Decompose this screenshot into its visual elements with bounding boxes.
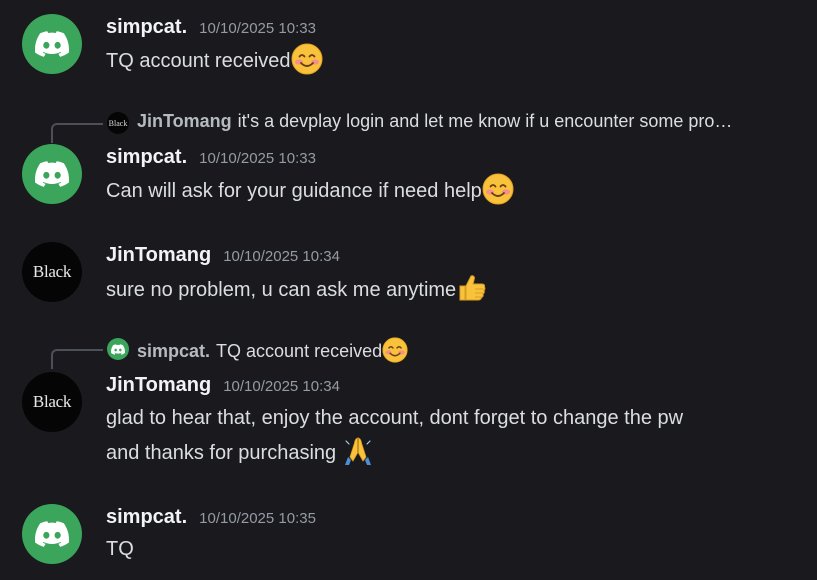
message-content: sure no problem, u can ask me anytime — [106, 272, 488, 307]
timestamp[interactable]: 10/10/2025 10:34 — [223, 248, 340, 265]
reply-text: JinTomang it's a devplay login and let me… — [137, 111, 732, 132]
avatar-text: Black — [108, 118, 128, 128]
avatar[interactable]: Black — [22, 242, 82, 302]
timestamp[interactable]: 10/10/2025 10:34 — [223, 378, 340, 395]
message-header: simpcat. 10/10/2025 10:33 — [106, 146, 316, 169]
reply-avatar: Black — [107, 112, 129, 134]
message-content: Can will ask for your guidance if need h… — [106, 173, 514, 208]
reply-author[interactable]: simpcat. — [137, 341, 210, 361]
message-text-line: and thanks for purchasing — [106, 435, 683, 470]
username[interactable]: JinTomang — [106, 374, 211, 397]
message-text: and thanks for purchasing — [106, 442, 337, 464]
smiling-face-icon — [382, 337, 408, 363]
avatar[interactable] — [22, 14, 82, 74]
timestamp[interactable]: 10/10/2025 10:33 — [199, 20, 316, 37]
reply-snippet: TQ account received — [216, 341, 383, 361]
message-header: simpcat. 10/10/2025 10:35 — [106, 506, 316, 529]
message-text: TQ — [106, 538, 134, 560]
message: simpcat. 10/10/2025 10:35 TQ — [0, 490, 817, 580]
message-text: Can will ask for your guidance if need h… — [106, 180, 482, 202]
avatar[interactable] — [22, 504, 82, 564]
avatar-text: Black — [32, 262, 72, 281]
reply-connector — [51, 123, 103, 143]
discord-logo-icon — [111, 344, 125, 355]
reply-connector — [51, 349, 103, 369]
message: Black JinTomang 10/10/2025 10:34 sure no… — [0, 230, 817, 310]
username[interactable]: simpcat. — [106, 16, 187, 39]
username[interactable]: simpcat. — [106, 146, 187, 169]
thumbs-up-icon — [456, 272, 488, 304]
smiling-face-icon — [291, 43, 323, 75]
message-content: TQ account received — [106, 43, 323, 78]
message-header: JinTomang 10/10/2025 10:34 — [106, 374, 340, 397]
message-text: TQ account received — [106, 50, 291, 72]
message: simpcat. TQ account received Black JinTom… — [0, 336, 817, 476]
message-content: glad to hear that, enjoy the account, do… — [106, 402, 683, 470]
message-header: simpcat. 10/10/2025 10:33 — [106, 16, 316, 39]
message-header: JinTomang 10/10/2025 10:34 — [106, 244, 340, 267]
avatar[interactable]: Black — [22, 372, 82, 432]
smiling-face-icon — [482, 173, 514, 205]
timestamp[interactable]: 10/10/2025 10:33 — [199, 150, 316, 167]
username[interactable]: simpcat. — [106, 506, 187, 529]
timestamp[interactable]: 10/10/2025 10:35 — [199, 510, 316, 527]
avatar-text: Black — [32, 392, 72, 411]
reply-preview[interactable]: Black JinTomang it's a devplay login and … — [0, 110, 817, 143]
reply-author[interactable]: JinTomang — [137, 111, 232, 131]
discord-logo-icon — [35, 161, 69, 187]
reply-preview[interactable]: simpcat. TQ account received — [0, 336, 817, 369]
avatar[interactable] — [22, 144, 82, 204]
reply-text: simpcat. TQ account received — [137, 337, 408, 363]
discord-logo-icon — [35, 31, 69, 57]
message-text: sure no problem, u can ask me anytime — [106, 279, 457, 301]
folded-hands-icon — [342, 435, 374, 467]
message-text-line: glad to hear that, enjoy the account, do… — [106, 407, 684, 429]
reply-avatar — [107, 338, 129, 360]
message-content: TQ — [106, 533, 134, 566]
message: Black JinTomang it's a devplay login and … — [0, 108, 817, 213]
discord-logo-icon — [35, 521, 69, 547]
reply-snippet: it's a devplay login and let me know if … — [237, 111, 733, 131]
message: simpcat. 10/10/2025 10:33 TQ account rec… — [0, 0, 817, 90]
username[interactable]: JinTomang — [106, 244, 211, 267]
